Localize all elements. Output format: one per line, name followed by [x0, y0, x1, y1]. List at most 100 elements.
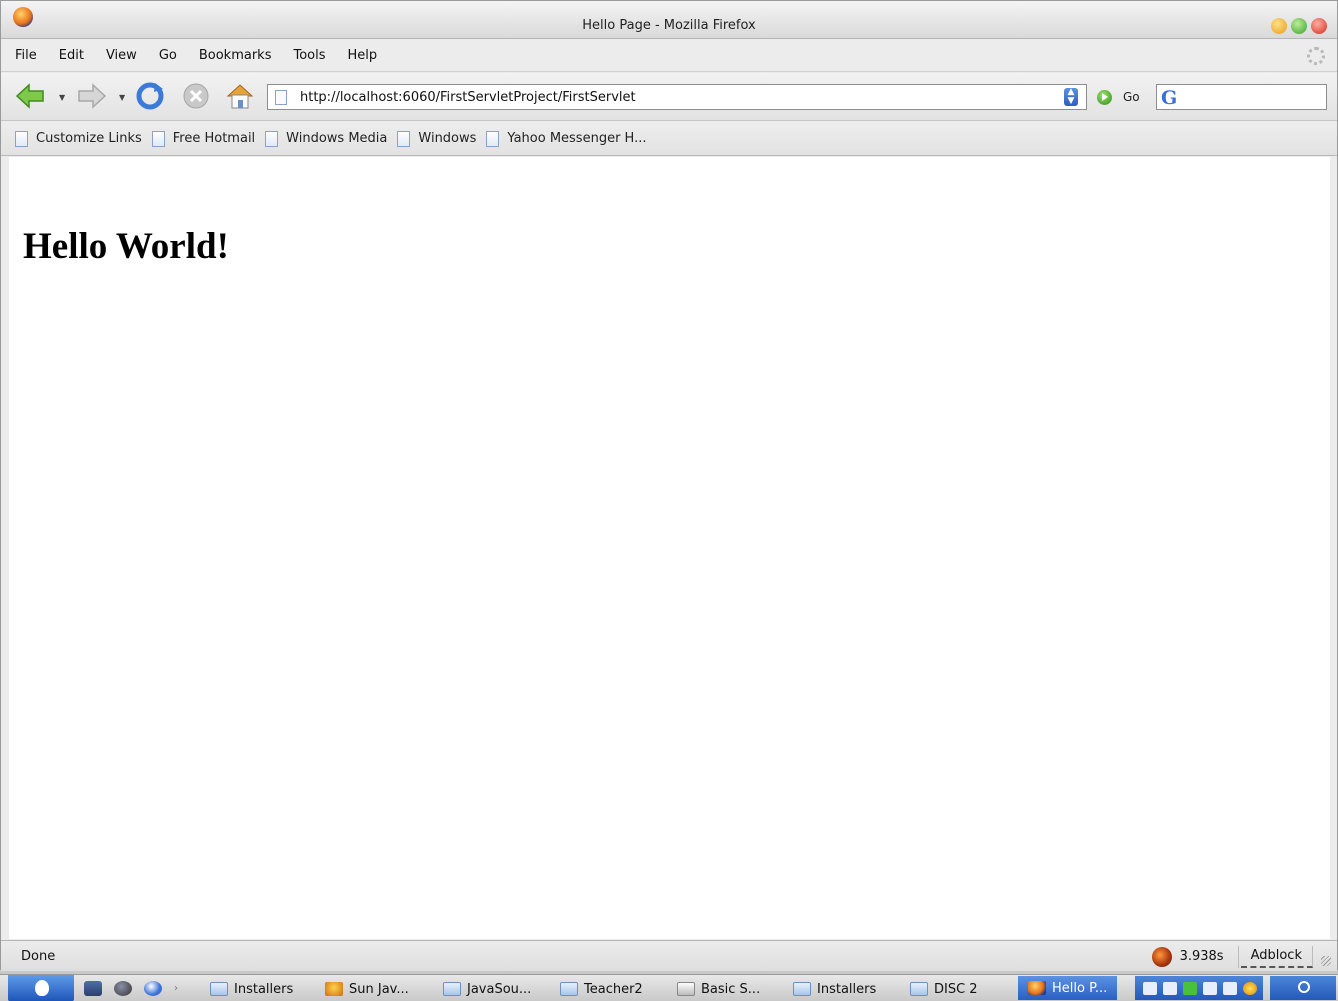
bookmark-customize-links[interactable]: Customize Links [15, 130, 142, 147]
bookmark-windows-media[interactable]: Windows Media [265, 130, 388, 147]
volume-icon[interactable] [1203, 981, 1217, 995]
forward-button[interactable] [77, 81, 107, 111]
page-heading: Hello World! [23, 226, 229, 267]
load-timer: 3.938s [1180, 945, 1239, 968]
sync-icon[interactable] [1183, 981, 1197, 995]
document-icon [677, 982, 695, 996]
bookmark-page-icon [15, 130, 28, 147]
google-search-engine-icon[interactable]: G [1161, 87, 1177, 109]
status-bar: Done 3.938s Adblock [1, 940, 1337, 971]
task-label: Installers [817, 981, 877, 997]
stop-button[interactable] [181, 81, 211, 111]
page-content: Hello World! [9, 157, 1330, 939]
maximize-button[interactable] [1291, 18, 1307, 34]
fasterfox-icon[interactable] [1151, 946, 1172, 967]
bookmark-label: Customize Links [36, 131, 142, 146]
taskbar: › Installers Sun Jav... JavaSou... Teach… [0, 974, 1338, 1001]
throbber-icon [1307, 47, 1325, 65]
task-javasource[interactable]: JavaSou... [443, 979, 531, 999]
bookmark-yahoo-messenger[interactable]: Yahoo Messenger H... [486, 130, 647, 147]
menu-file[interactable]: File [15, 48, 37, 63]
bookmark-label: Free Hotmail [172, 131, 256, 146]
bookmark-label: Windows [418, 131, 477, 146]
stop-icon [183, 83, 209, 109]
forward-arrow-icon [78, 83, 107, 109]
bookmark-label: Windows Media [286, 131, 388, 146]
task-label: DISC 2 [934, 981, 978, 997]
task-label: Teacher2 [584, 981, 643, 997]
network-icon[interactable] [1143, 981, 1157, 995]
quick-launch-app-icon[interactable] [114, 981, 132, 996]
search-icon[interactable] [1270, 976, 1336, 1000]
task-hello-page[interactable]: Hello P... [1018, 976, 1118, 1000]
media-player-icon[interactable] [144, 981, 162, 996]
bookmark-windows[interactable]: Windows [397, 130, 477, 147]
bookmark-page-icon [486, 130, 500, 147]
task-sun-java[interactable]: Sun Jav... [325, 979, 409, 999]
search-box[interactable]: G [1156, 84, 1327, 110]
folder-icon [210, 982, 228, 996]
address-bar[interactable]: http://localhost:6060/FirstServletProjec… [267, 84, 1087, 110]
adblock-button[interactable]: Adblock [1240, 945, 1313, 968]
quick-launch-chevron-icon[interactable]: › [174, 981, 182, 996]
task-label: Sun Jav... [349, 981, 409, 997]
window-title: Hello Page - Mozilla Firefox [582, 18, 756, 33]
status-text: Done [21, 949, 56, 964]
task-label: JavaSou... [467, 981, 532, 997]
url-text[interactable]: http://localhost:6060/FirstServletProjec… [300, 90, 636, 105]
forward-history-dropdown-icon[interactable]: ▼ [119, 93, 127, 102]
firefox-icon [1028, 981, 1046, 995]
system-tray [1135, 976, 1263, 1000]
task-installers[interactable]: Installers [210, 979, 293, 999]
bookmarks-toolbar: Customize Links Free Hotmail Windows Med… [1, 122, 1337, 156]
page-icon [275, 90, 287, 105]
quick-launch: › [84, 981, 182, 996]
task-label: Basic S... [701, 981, 761, 997]
resize-grip-icon[interactable] [1315, 946, 1337, 968]
folder-icon [443, 982, 461, 996]
display-icon[interactable] [1223, 981, 1237, 995]
title-bar[interactable]: Hello Page - Mozilla Firefox [1, 1, 1337, 39]
phone-icon[interactable] [1163, 981, 1177, 995]
bookmark-page-icon [265, 130, 279, 147]
task-installers-2[interactable]: Installers [793, 979, 876, 999]
folder-icon [560, 982, 578, 996]
task-disc2[interactable]: DISC 2 [910, 979, 978, 999]
bookmark-page-icon [397, 130, 411, 147]
bookmark-page-icon [151, 130, 165, 147]
back-arrow-icon [15, 83, 44, 109]
minimize-button[interactable] [1271, 18, 1287, 34]
reload-button[interactable] [135, 81, 165, 111]
menu-bar: File Edit View Go Bookmarks Tools Help [1, 40, 1337, 72]
task-basic-s[interactable]: Basic S... [677, 979, 760, 999]
menu-go[interactable]: Go [159, 48, 177, 63]
show-desktop-icon[interactable] [84, 981, 102, 996]
menu-view[interactable]: View [106, 48, 137, 63]
navigation-toolbar: ▼ ▼ http://localhost:6060/FirstServletPr… [1, 73, 1337, 121]
home-button[interactable] [225, 81, 255, 111]
bookmark-label: Yahoo Messenger H... [507, 131, 647, 146]
go-button-label[interactable]: Go [1123, 90, 1140, 104]
menu-edit[interactable]: Edit [59, 48, 84, 63]
window-controls [1271, 18, 1327, 34]
java-icon [325, 982, 343, 996]
folder-icon [793, 982, 811, 996]
status-panels: 3.938s Adblock [1151, 941, 1337, 972]
messenger-icon[interactable] [1243, 981, 1257, 995]
task-label: Installers [234, 981, 294, 997]
bookmark-free-hotmail[interactable]: Free Hotmail [151, 130, 256, 147]
url-history-dropdown-icon[interactable]: ▲ ▼ [1064, 88, 1078, 106]
folder-icon [910, 982, 928, 996]
go-icon[interactable] [1097, 90, 1112, 105]
close-button[interactable] [1311, 18, 1327, 34]
back-button[interactable] [15, 81, 45, 111]
task-teacher2[interactable]: Teacher2 [560, 979, 643, 999]
reload-icon [136, 82, 164, 110]
back-history-dropdown-icon[interactable]: ▼ [59, 93, 67, 102]
menu-tools[interactable]: Tools [293, 48, 325, 63]
menu-help[interactable]: Help [348, 48, 378, 63]
task-label: Hello P... [1052, 980, 1108, 996]
menu-bookmarks[interactable]: Bookmarks [199, 48, 272, 63]
home-icon [226, 84, 254, 109]
start-button[interactable] [8, 975, 74, 1001]
